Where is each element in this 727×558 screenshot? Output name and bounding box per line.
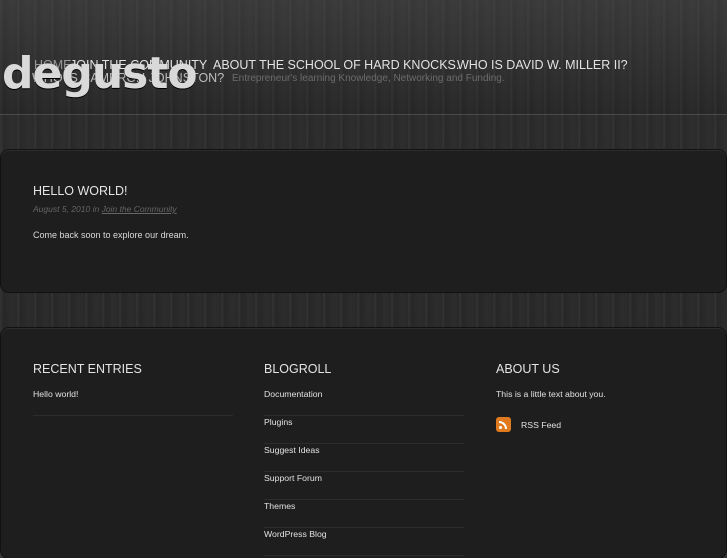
post-meta-in: in [92,204,100,214]
rss-feed-link[interactable]: RSS Feed [496,417,696,432]
nav-item-david-miller[interactable]: WHO IS DAVID W. MILLER II? [457,58,628,72]
about-us-widget: ABOUT US This is a little text about you… [496,362,696,432]
blogroll-item-wordpress-blog[interactable]: WordPress Blog [264,529,464,556]
recent-entries-title: RECENT ENTRIES [33,362,142,376]
post-panel: HELLO WORLD! August 5, 2010 in Join the … [1,150,726,292]
recent-entries-widget: RECENT ENTRIES Hello world! [33,362,233,417]
blogroll-item-suggest-ideas[interactable]: Suggest Ideas [264,445,464,472]
rss-feed-label[interactable]: RSS Feed [521,420,561,430]
about-us-text: This is a little text about you. [496,389,606,399]
header-divider [0,114,727,115]
blogroll-item-documentation[interactable]: Documentation [264,389,464,416]
footer-panel: RECENT ENTRIES Hello world! BLOGROLL Doc… [1,328,726,558]
blogroll-item-plugins[interactable]: Plugins [264,417,464,444]
site-tagline: Entrepreneur's learning Knowledge, Netwo… [232,73,505,84]
nav-item-about-school[interactable]: ABOUT THE SCHOOL OF HARD KNOCKS. [213,58,459,72]
blogroll-item-themes[interactable]: Themes [264,501,464,528]
post-body: Come back soon to explore our dream. [33,230,189,240]
post-meta: August 5, 2010 in Join the Community [33,204,177,214]
blogroll-item-support-forum[interactable]: Support Forum [264,473,464,500]
recent-entry-item[interactable]: Hello world! [33,389,233,416]
site-header: HOME JOIN THE COMMUNITY ABOUT THE SCHOOL… [0,0,727,115]
post-title[interactable]: HELLO WORLD! [33,184,127,198]
rss-icon [496,417,511,432]
blogroll-title: BLOGROLL [264,362,332,376]
blogroll-widget: BLOGROLL Documentation Plugins Suggest I… [264,362,464,557]
about-us-title: ABOUT US [496,362,560,376]
post-category-link[interactable]: Join the Community [102,204,177,214]
post-date: August 5, 2010 [33,204,91,214]
site-logo[interactable]: degusto [2,48,198,100]
